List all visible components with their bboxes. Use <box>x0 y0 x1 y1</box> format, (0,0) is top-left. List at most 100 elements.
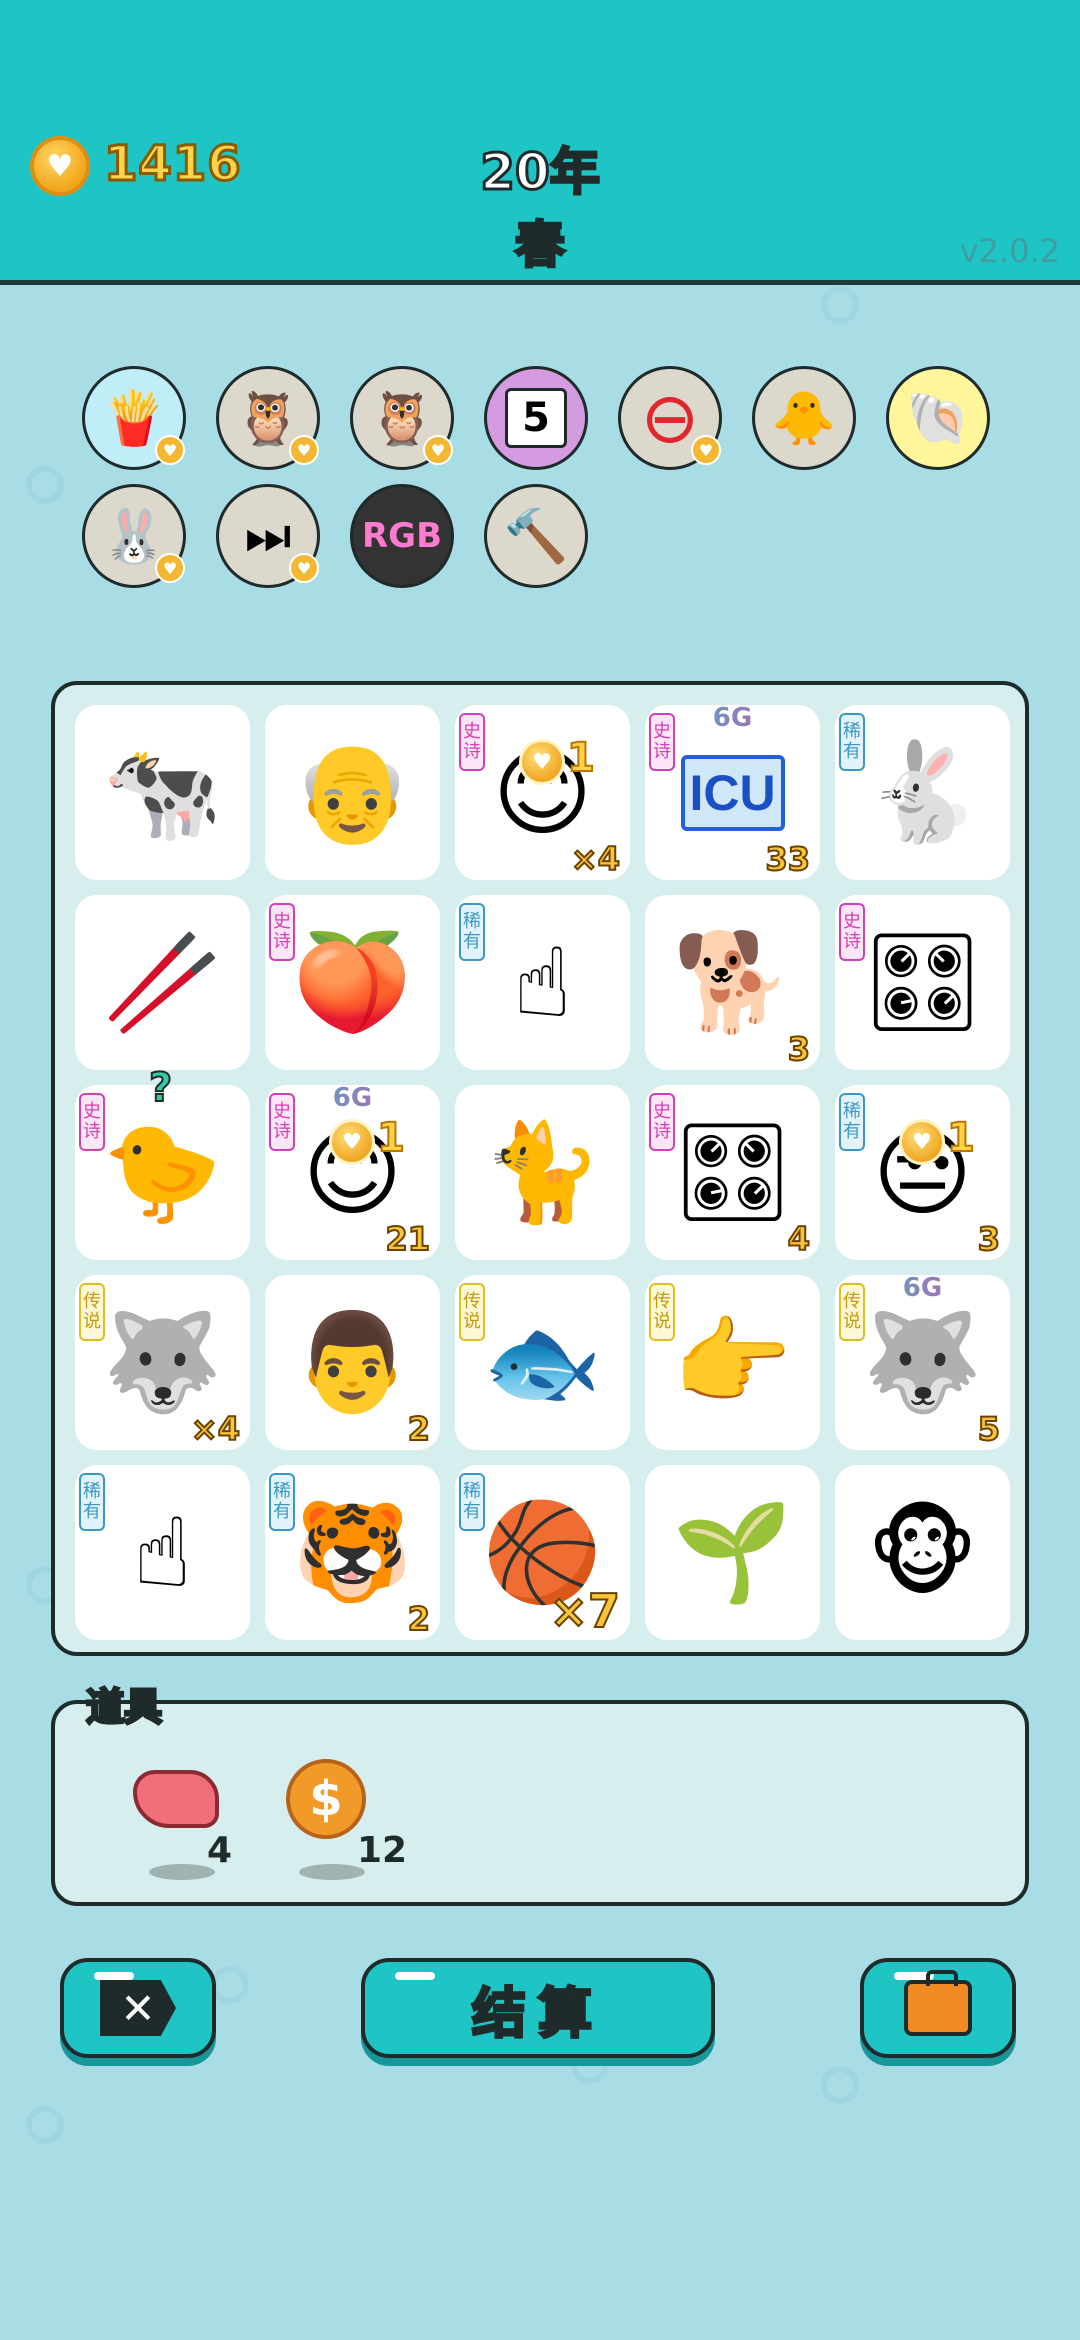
rabbit-red-icon: 🐇 <box>862 736 983 848</box>
slot-cell[interactable]: 🐯 稀有 2 <box>265 1465 440 1640</box>
relic-chick-egg-icon[interactable]: 🐥 <box>752 366 856 470</box>
pointing-finger-icon: ☝ <box>513 926 572 1039</box>
rarity-badge: 稀有 <box>79 1473 105 1531</box>
multiplier: ×4 <box>190 1409 241 1449</box>
slot-cell[interactable]: 🐺传说6G5 <box>835 1273 1010 1450</box>
coin-gain: 1 <box>946 1114 976 1162</box>
icu-icon: ICU <box>680 754 785 831</box>
counter: 5 <box>977 1409 1001 1449</box>
rarity-badge: 稀有 <box>269 1473 295 1531</box>
tiger-icon: 🐯 <box>292 1496 413 1608</box>
settle-button[interactable]: 结算 <box>361 1958 715 2058</box>
slot-cell[interactable]: 🐕 3 <box>645 895 820 1070</box>
husky-icon: 🐕 <box>672 926 793 1038</box>
relic-owl-pair-icon-2[interactable]: 🦉 ♥ <box>350 366 454 470</box>
slot-cell[interactable]: 😊 史诗 ♥ 1 ×4 <box>455 705 630 880</box>
counter: 4 <box>787 1219 811 1259</box>
pointing-finger-2-icon: ☝ <box>133 1496 192 1609</box>
coin-badge-icon: ♥ <box>289 553 319 583</box>
slot-cell[interactable]: 🐈 <box>455 1085 630 1260</box>
slot-cell[interactable]: 🍑 史诗 <box>265 895 440 1070</box>
slot-cell[interactable]: ☝ 稀有 <box>75 1465 250 1640</box>
old-man-icon: 👴 <box>292 736 413 848</box>
slot-cell[interactable]: 🐄 <box>75 705 250 880</box>
relic-fries-icon[interactable]: 🍟 ♥ <box>82 366 186 470</box>
slot-cell[interactable]: 🐺 传说 ×4 <box>75 1275 250 1450</box>
slot-cell[interactable]: 🐟 传说 <box>455 1275 630 1450</box>
grey-hair-chick-icon: 🐤 <box>102 1116 223 1228</box>
rarity-badge: 史诗 <box>79 1093 105 1151</box>
rarity-badge: 史诗 <box>649 1093 675 1151</box>
slot-cell[interactable]: 🐇 稀有 <box>835 705 1010 880</box>
rarity-badge: 传说 <box>79 1283 105 1341</box>
owl-pair-icon-2: 🦉 <box>369 388 435 449</box>
slot-cell[interactable]: 🐵 <box>835 1465 1010 1640</box>
coin-gain: 1 <box>566 734 596 782</box>
relic-hammer-icon[interactable]: 🔨 <box>484 484 588 588</box>
rarity-badge: 稀有 <box>839 1093 865 1151</box>
button-shine <box>395 1972 435 1980</box>
slot-cell[interactable]: ICU史诗6G33 <box>645 703 820 880</box>
items-title: 道具 <box>84 1684 163 1731</box>
close-icon: ✕ <box>100 1980 176 2036</box>
item-quantity: 4 <box>207 1830 233 1871</box>
slot-cell[interactable]: 🌱 <box>645 1465 820 1640</box>
dollar-coin-item[interactable]: $ 12 <box>271 1754 407 1880</box>
relic-owl-pair-icon[interactable]: 🦉 ♥ <box>216 366 320 470</box>
multiplier: ×4 <box>570 839 621 879</box>
straw-icon: 🥢 <box>102 926 223 1038</box>
rarity-badge: 史诗 <box>839 903 865 961</box>
slot-cell[interactable]: 🏀 稀有 ×7 <box>455 1465 630 1640</box>
calendar-icon: 5 <box>505 388 567 448</box>
man-face-icon: 👨 <box>292 1306 413 1418</box>
relic-skip-icon[interactable]: ⏭ ♥ <box>216 484 320 588</box>
coin-badge-icon: ♥ <box>691 435 721 465</box>
counter: 3 <box>977 1219 1001 1259</box>
item-shadow <box>299 1864 365 1880</box>
settle-label: 结算 <box>471 1980 604 2046</box>
slot-cell[interactable]: 🥢 <box>75 895 250 1070</box>
liver-item[interactable]: 4 <box>121 1754 241 1880</box>
close-button[interactable]: ✕ <box>60 1958 216 2058</box>
relic-calendar-icon[interactable]: 5 <box>484 366 588 470</box>
relic-shell-icon[interactable]: 🐚 <box>886 366 990 470</box>
top-bar: ♥ 1416 20年 春 v2.0.2 <box>0 0 1080 285</box>
briefcase-icon <box>904 1970 972 2036</box>
counter: 3 <box>787 1029 811 1069</box>
slot-cell[interactable]: ☝ 稀有 <box>455 895 630 1070</box>
tag-6g: 6G <box>835 1273 1010 1303</box>
relic-rgb-icon[interactable]: RGB <box>350 484 454 588</box>
koi-fish-icon: 🐟 <box>482 1306 603 1418</box>
tag-6g: 6G <box>265 1083 440 1113</box>
slot-cell[interactable]: 🎛 史诗 4 <box>645 1085 820 1260</box>
gpu-icon: 🎛 <box>861 926 984 1038</box>
coin-badge-icon: ♥ <box>155 435 185 465</box>
slot-cell[interactable]: 😊史诗6G♥121 <box>265 1083 440 1260</box>
rarity-badge: 史诗 <box>269 903 295 961</box>
items-panel: 4 $ 12 <box>51 1700 1029 1906</box>
question-mark: ? <box>148 1064 173 1112</box>
slot-cell[interactable]: 👨 2 <box>265 1275 440 1450</box>
coin-badge-icon: ♥ <box>155 553 185 583</box>
slot-cell[interactable]: 🎛 史诗 <box>835 895 1010 1070</box>
shell-icon: 🐚 <box>905 388 971 449</box>
slot-cell[interactable]: 👴 <box>265 705 440 880</box>
slot-cell[interactable]: 🐤 史诗? <box>75 1064 250 1260</box>
rarity-badge: 传说 <box>459 1283 485 1341</box>
counter: 21 <box>384 1219 431 1259</box>
backpack-button[interactable] <box>860 1958 1016 2058</box>
button-shine <box>94 1972 134 1980</box>
golden-finger-icon: 👉 <box>672 1306 793 1418</box>
version-label: v2.0.2 <box>959 232 1060 270</box>
relic-rabbit-icon[interactable]: 🐰 ♥ <box>82 484 186 588</box>
coin-badge-icon: ♥ <box>289 435 319 465</box>
slot-cell[interactable]: 👉 传说 <box>645 1275 820 1450</box>
counter: 2 <box>407 1409 431 1449</box>
year-label: 20年 <box>479 142 602 203</box>
peach-icon: 🍑 <box>292 926 413 1038</box>
coin-bubble-icon: ♥ <box>899 1119 945 1165</box>
relic-minus-icon[interactable]: ⊖ ♥ <box>618 366 722 470</box>
gpu-2-icon: 🎛 <box>671 1116 794 1228</box>
sprout-icon: 🌱 <box>672 1496 793 1608</box>
slot-cell[interactable]: 😒 稀有 ♥ 1 3 <box>835 1085 1010 1260</box>
